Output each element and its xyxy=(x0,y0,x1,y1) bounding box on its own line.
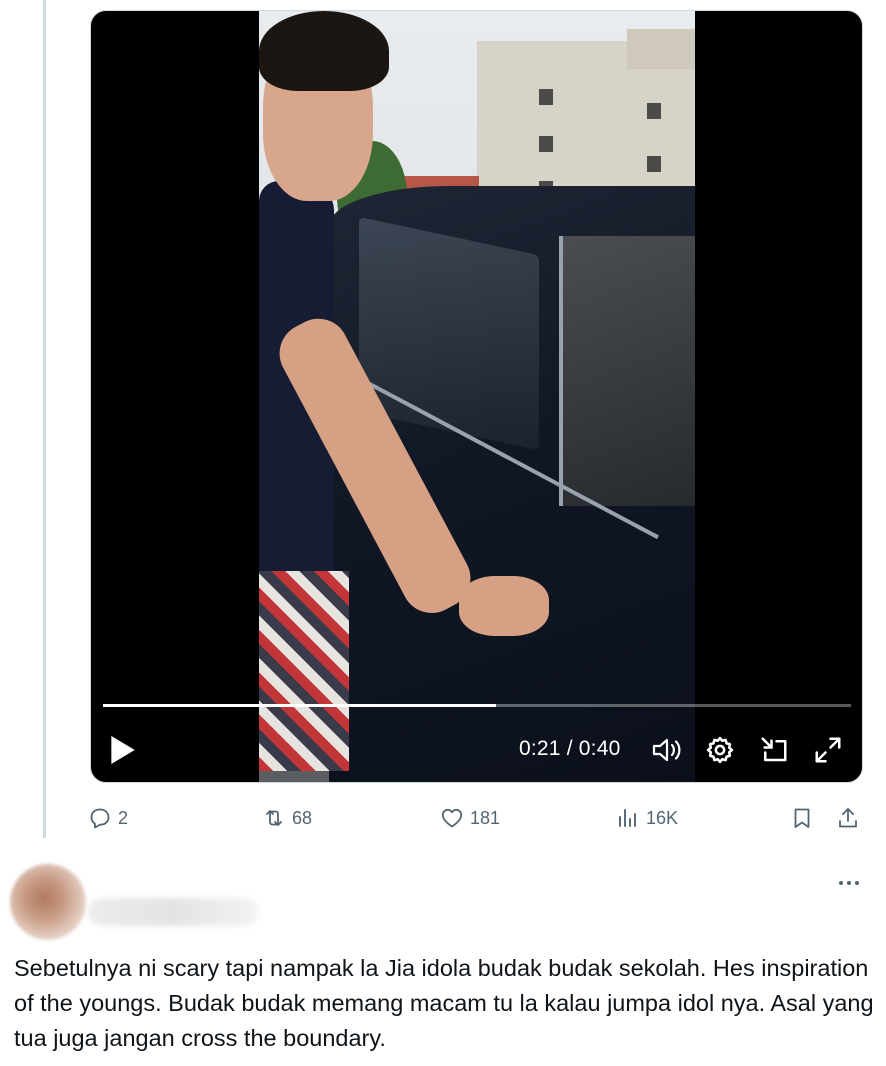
video-progress-fill xyxy=(103,704,496,707)
redacted-username xyxy=(88,898,258,926)
play-icon xyxy=(111,736,135,764)
video-progress-bar[interactable] xyxy=(103,704,851,707)
reply-icon xyxy=(90,808,110,829)
speaker-icon xyxy=(652,738,681,762)
expand-icon xyxy=(815,737,841,763)
avatar[interactable] xyxy=(10,864,86,940)
video-frame xyxy=(259,11,695,782)
picture-in-picture-icon xyxy=(761,737,787,762)
share-button[interactable] xyxy=(836,803,860,833)
bookmark-icon xyxy=(794,808,810,828)
like-button[interactable]: 181 xyxy=(440,803,500,833)
repost-icon xyxy=(266,810,282,826)
share-icon xyxy=(839,808,857,828)
bookmark-button[interactable] xyxy=(790,803,814,833)
repost-button[interactable]: 68 xyxy=(262,803,312,833)
more-options-button[interactable] xyxy=(834,870,864,896)
analytics-icon xyxy=(619,809,636,827)
volume-button[interactable] xyxy=(651,735,683,765)
gear-icon xyxy=(706,736,734,764)
views-button[interactable]: 16K xyxy=(616,803,678,833)
video-player[interactable]: 0:21 / 0:40 xyxy=(90,10,863,783)
reply-button[interactable]: 2 xyxy=(88,803,128,833)
reply-tweet-text: Sebetulnya ni scary tapi nampak la Jia i… xyxy=(14,955,874,1051)
like-count: 181 xyxy=(470,807,501,828)
more-dots-icon xyxy=(839,881,859,885)
fullscreen-button[interactable] xyxy=(813,735,843,765)
thread-connector-line xyxy=(43,0,46,838)
views-count: 16K xyxy=(646,807,679,828)
heart-icon xyxy=(441,808,463,828)
repost-count: 68 xyxy=(292,807,313,828)
reply-count: 2 xyxy=(118,807,129,828)
play-button[interactable] xyxy=(109,733,137,767)
settings-button[interactable] xyxy=(705,735,735,765)
picture-in-picture-button[interactable] xyxy=(759,735,789,765)
video-time-display: 0:21 / 0:40 xyxy=(519,737,621,760)
